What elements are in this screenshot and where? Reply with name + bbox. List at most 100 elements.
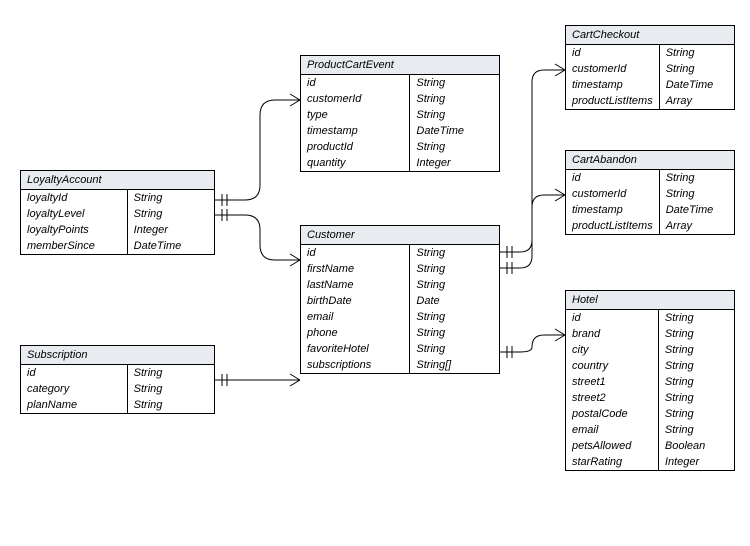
attribute-type: String [410,91,499,107]
attribute-type: Integer [127,222,214,238]
attribute-row: idString [566,45,734,61]
attribute-row: idString [21,365,214,381]
attribute-name: firstName [301,261,410,277]
attribute-row: categoryString [21,381,214,397]
attribute-row: emailString [301,309,499,325]
entity-loyalty-account: LoyaltyAccount loyaltyIdStringloyaltyLev… [20,170,215,255]
attribute-type: String [659,45,734,61]
attribute-type: String [658,374,734,390]
er-diagram-canvas: LoyaltyAccount loyaltyIdStringloyaltyLev… [0,0,750,546]
attribute-type: String [659,186,734,202]
attribute-name: id [566,45,659,61]
attribute-row: customerIdString [566,61,734,77]
attribute-type: DateTime [410,123,499,139]
attribute-name: quantity [301,155,410,171]
attribute-type: String [658,326,734,342]
attribute-name: customerId [301,91,410,107]
attribute-row: loyaltyPointsInteger [21,222,214,238]
entity-body: idStringcustomerIdStringtimestampDateTim… [566,45,734,109]
attribute-name: id [566,170,659,186]
attribute-type: String [127,206,214,222]
attribute-type: String [127,190,214,206]
attribute-row: idString [566,310,734,326]
attribute-name: id [566,310,658,326]
attribute-type: String [658,406,734,422]
attribute-row: petsAllowedBoolean [566,438,734,454]
entity-title: Hotel [566,291,734,310]
attribute-row: lastNameString [301,277,499,293]
attribute-name: timestamp [301,123,410,139]
attribute-name: customerId [566,186,659,202]
attribute-row: brandString [566,326,734,342]
entity-title: CartAbandon [566,151,734,170]
attribute-type: String [410,325,499,341]
entity-cart-checkout: CartCheckout idStringcustomerIdStringtim… [565,25,735,110]
attribute-type: DateTime [659,77,734,93]
attribute-type: String [410,309,499,325]
attribute-row: subscriptionsString[] [301,357,499,373]
attribute-name: category [21,381,127,397]
attribute-type: String [127,397,214,413]
attribute-name: type [301,107,410,123]
attribute-type: String [410,261,499,277]
attribute-row: idString [301,245,499,261]
attribute-name: starRating [566,454,658,470]
attribute-row: idString [566,170,734,186]
attribute-type: String [410,107,499,123]
attribute-name: productListItems [566,93,659,109]
entity-hotel: Hotel idStringbrandStringcityStringcount… [565,290,735,471]
attribute-name: id [301,245,410,261]
attribute-row: starRatingInteger [566,454,734,470]
attribute-name: productListItems [566,218,659,234]
entity-title: CartCheckout [566,26,734,45]
attribute-row: timestampDateTime [566,202,734,218]
attribute-row: postalCodeString [566,406,734,422]
attribute-row: timestampDateTime [566,77,734,93]
entity-body: idStringfirstNameStringlastNameStringbir… [301,245,499,373]
attribute-name: email [566,422,658,438]
attribute-row: street1String [566,374,734,390]
attribute-type: String[] [410,357,499,373]
entity-body: loyaltyIdStringloyaltyLevelStringloyalty… [21,190,214,254]
attribute-type: DateTime [659,202,734,218]
attribute-row: productIdString [301,139,499,155]
entity-title: LoyaltyAccount [21,171,214,190]
attribute-row: memberSinceDateTime [21,238,214,254]
attribute-name: city [566,342,658,358]
attribute-name: street1 [566,374,658,390]
attribute-name: productId [301,139,410,155]
attribute-type: String [658,310,734,326]
attribute-row: loyaltyLevelString [21,206,214,222]
attribute-type: String [410,341,499,357]
attribute-name: email [301,309,410,325]
attribute-row: firstNameString [301,261,499,277]
attribute-row: planNameString [21,397,214,413]
attribute-name: id [21,365,127,381]
attribute-row: phoneString [301,325,499,341]
attribute-type: Array [659,218,734,234]
entity-body: idStringbrandStringcityStringcountryStri… [566,310,734,470]
attribute-type: Array [659,93,734,109]
attribute-type: String [658,390,734,406]
attribute-name: planName [21,397,127,413]
attribute-type: String [658,422,734,438]
attribute-row: favoriteHotelString [301,341,499,357]
attribute-name: id [301,75,410,91]
attribute-name: loyaltyId [21,190,127,206]
attribute-row: street2String [566,390,734,406]
attribute-row: customerIdString [301,91,499,107]
attribute-row: loyaltyIdString [21,190,214,206]
attribute-name: phone [301,325,410,341]
attribute-type: Date [410,293,499,309]
attribute-type: Integer [410,155,499,171]
attribute-row: idString [301,75,499,91]
attribute-type: String [127,365,214,381]
attribute-type: String [658,358,734,374]
attribute-row: birthDateDate [301,293,499,309]
attribute-type: Boolean [658,438,734,454]
attribute-row: countryString [566,358,734,374]
attribute-type: Integer [658,454,734,470]
attribute-type: String [659,61,734,77]
attribute-name: timestamp [566,202,659,218]
entity-product-cart-event: ProductCartEvent idStringcustomerIdStrin… [300,55,500,172]
